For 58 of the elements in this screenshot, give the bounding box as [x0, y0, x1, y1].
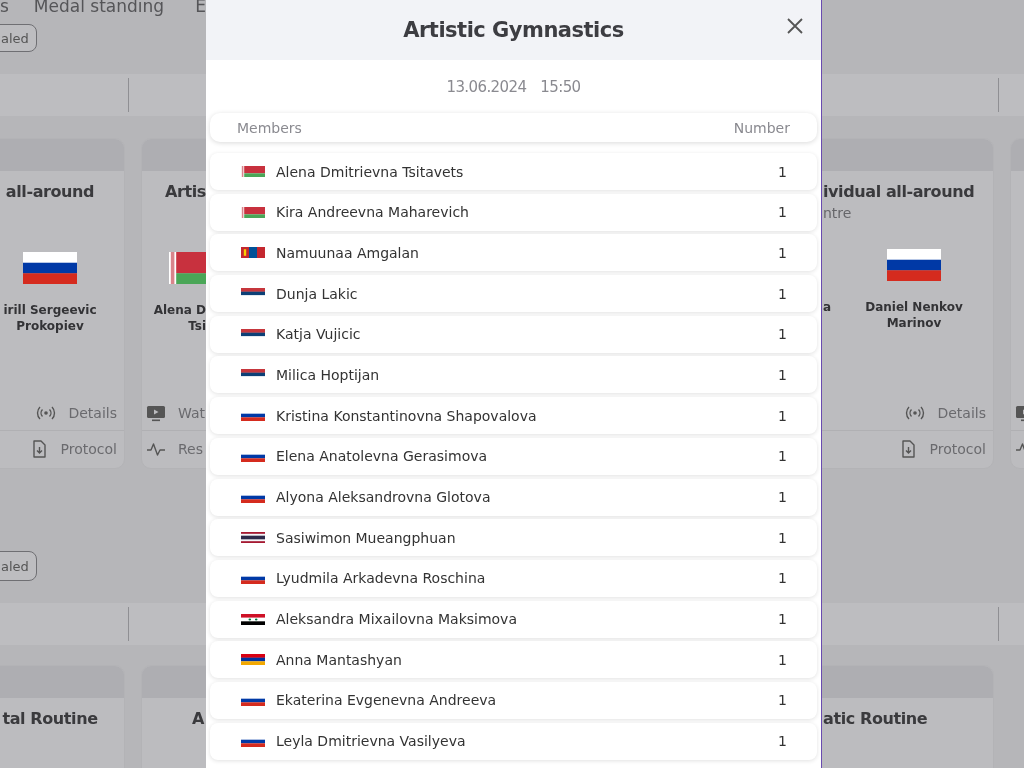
member-name: Alena Dmitrievna Tsitavets	[276, 163, 465, 180]
action-link[interactable]: Protocol	[929, 440, 986, 457]
column-header: Members	[237, 119, 302, 136]
action-link[interactable]: Wat	[178, 404, 205, 421]
member-number: 1	[778, 651, 787, 668]
member-name: Elena Anatolevna Gerasimova	[276, 448, 489, 465]
card-title: tal Routine	[2, 709, 98, 729]
nav-tab[interactable]: Medal standing	[33, 0, 165, 16]
member-name: Aleksandra Mixailovna Maksimova	[276, 611, 518, 628]
card-title: Artis	[165, 182, 206, 202]
member-number: 1	[778, 733, 787, 750]
member-name: Namuunaa Amgalan	[276, 244, 420, 261]
member-name: Sasiwimon Mueangphuan	[276, 529, 457, 546]
member-name: Alyona Aleksandrovna Glotova	[276, 489, 492, 505]
member-number: 1	[778, 570, 787, 587]
member-name: Kira Andreevna Maharevich	[276, 204, 470, 221]
action-link[interactable]: Details	[68, 404, 117, 421]
member-name: Lyudmila Arkadevna Roschina	[276, 570, 487, 587]
card-title: ividual all-around	[823, 182, 975, 202]
action-link[interactable]: Res	[178, 440, 203, 457]
athlete-name: Alena D Tsi	[153, 302, 206, 334]
member-name: Anna Mantashyan	[276, 651, 403, 668]
card-title: atic Routine	[823, 709, 928, 729]
member-name: Leyla Dmitrievna Vasilyeva	[276, 733, 467, 750]
member-number: 1	[778, 244, 787, 261]
close-icon[interactable]	[785, 16, 805, 36]
member-number: 1	[778, 204, 787, 221]
member-number: 1	[778, 407, 787, 424]
member-number: 1	[778, 529, 787, 546]
event-time: 15:50	[540, 77, 581, 96]
athlete-name: irill Sergeevic Prokopiev	[3, 302, 97, 334]
member-name: Milica Hoptijan	[276, 366, 381, 383]
member-number: 1	[778, 611, 787, 628]
member-name: Ekaterina Evgenevna Andreeva	[276, 692, 498, 709]
athlete-name: Daniel Nenkov Marinov	[865, 299, 963, 331]
card-title: A	[192, 709, 204, 729]
filter-button[interactable]: aled	[0, 551, 37, 581]
action-link[interactable]: Protocol	[60, 440, 117, 457]
modal-title: Artistic Gymnastics	[403, 18, 624, 42]
member-number: 1	[778, 448, 787, 465]
nav-tab[interactable]: s	[0, 0, 9, 16]
nav-tab[interactable]: E	[195, 0, 206, 16]
action-link[interactable]: Details	[937, 404, 986, 421]
athlete-name: a	[822, 299, 831, 315]
member-name: Dunja Lakic	[276, 285, 359, 302]
event-date: 13.06.2024	[446, 77, 527, 96]
member-name: Kristina Konstantinovna Shapovalova	[276, 407, 538, 424]
member-name: Katja Vujicic	[276, 326, 362, 343]
member-number: 1	[778, 285, 787, 302]
member-number: 1	[778, 692, 787, 709]
member-number: 1	[778, 366, 787, 383]
column-header: Number	[733, 119, 790, 136]
member-number: 1	[778, 489, 787, 505]
member-number: 1	[778, 326, 787, 343]
member-number: 1	[778, 163, 787, 180]
filter-button[interactable]: aled	[0, 24, 37, 52]
card-subtitle: ntre	[823, 205, 852, 221]
card-title: all-around	[5, 182, 95, 202]
